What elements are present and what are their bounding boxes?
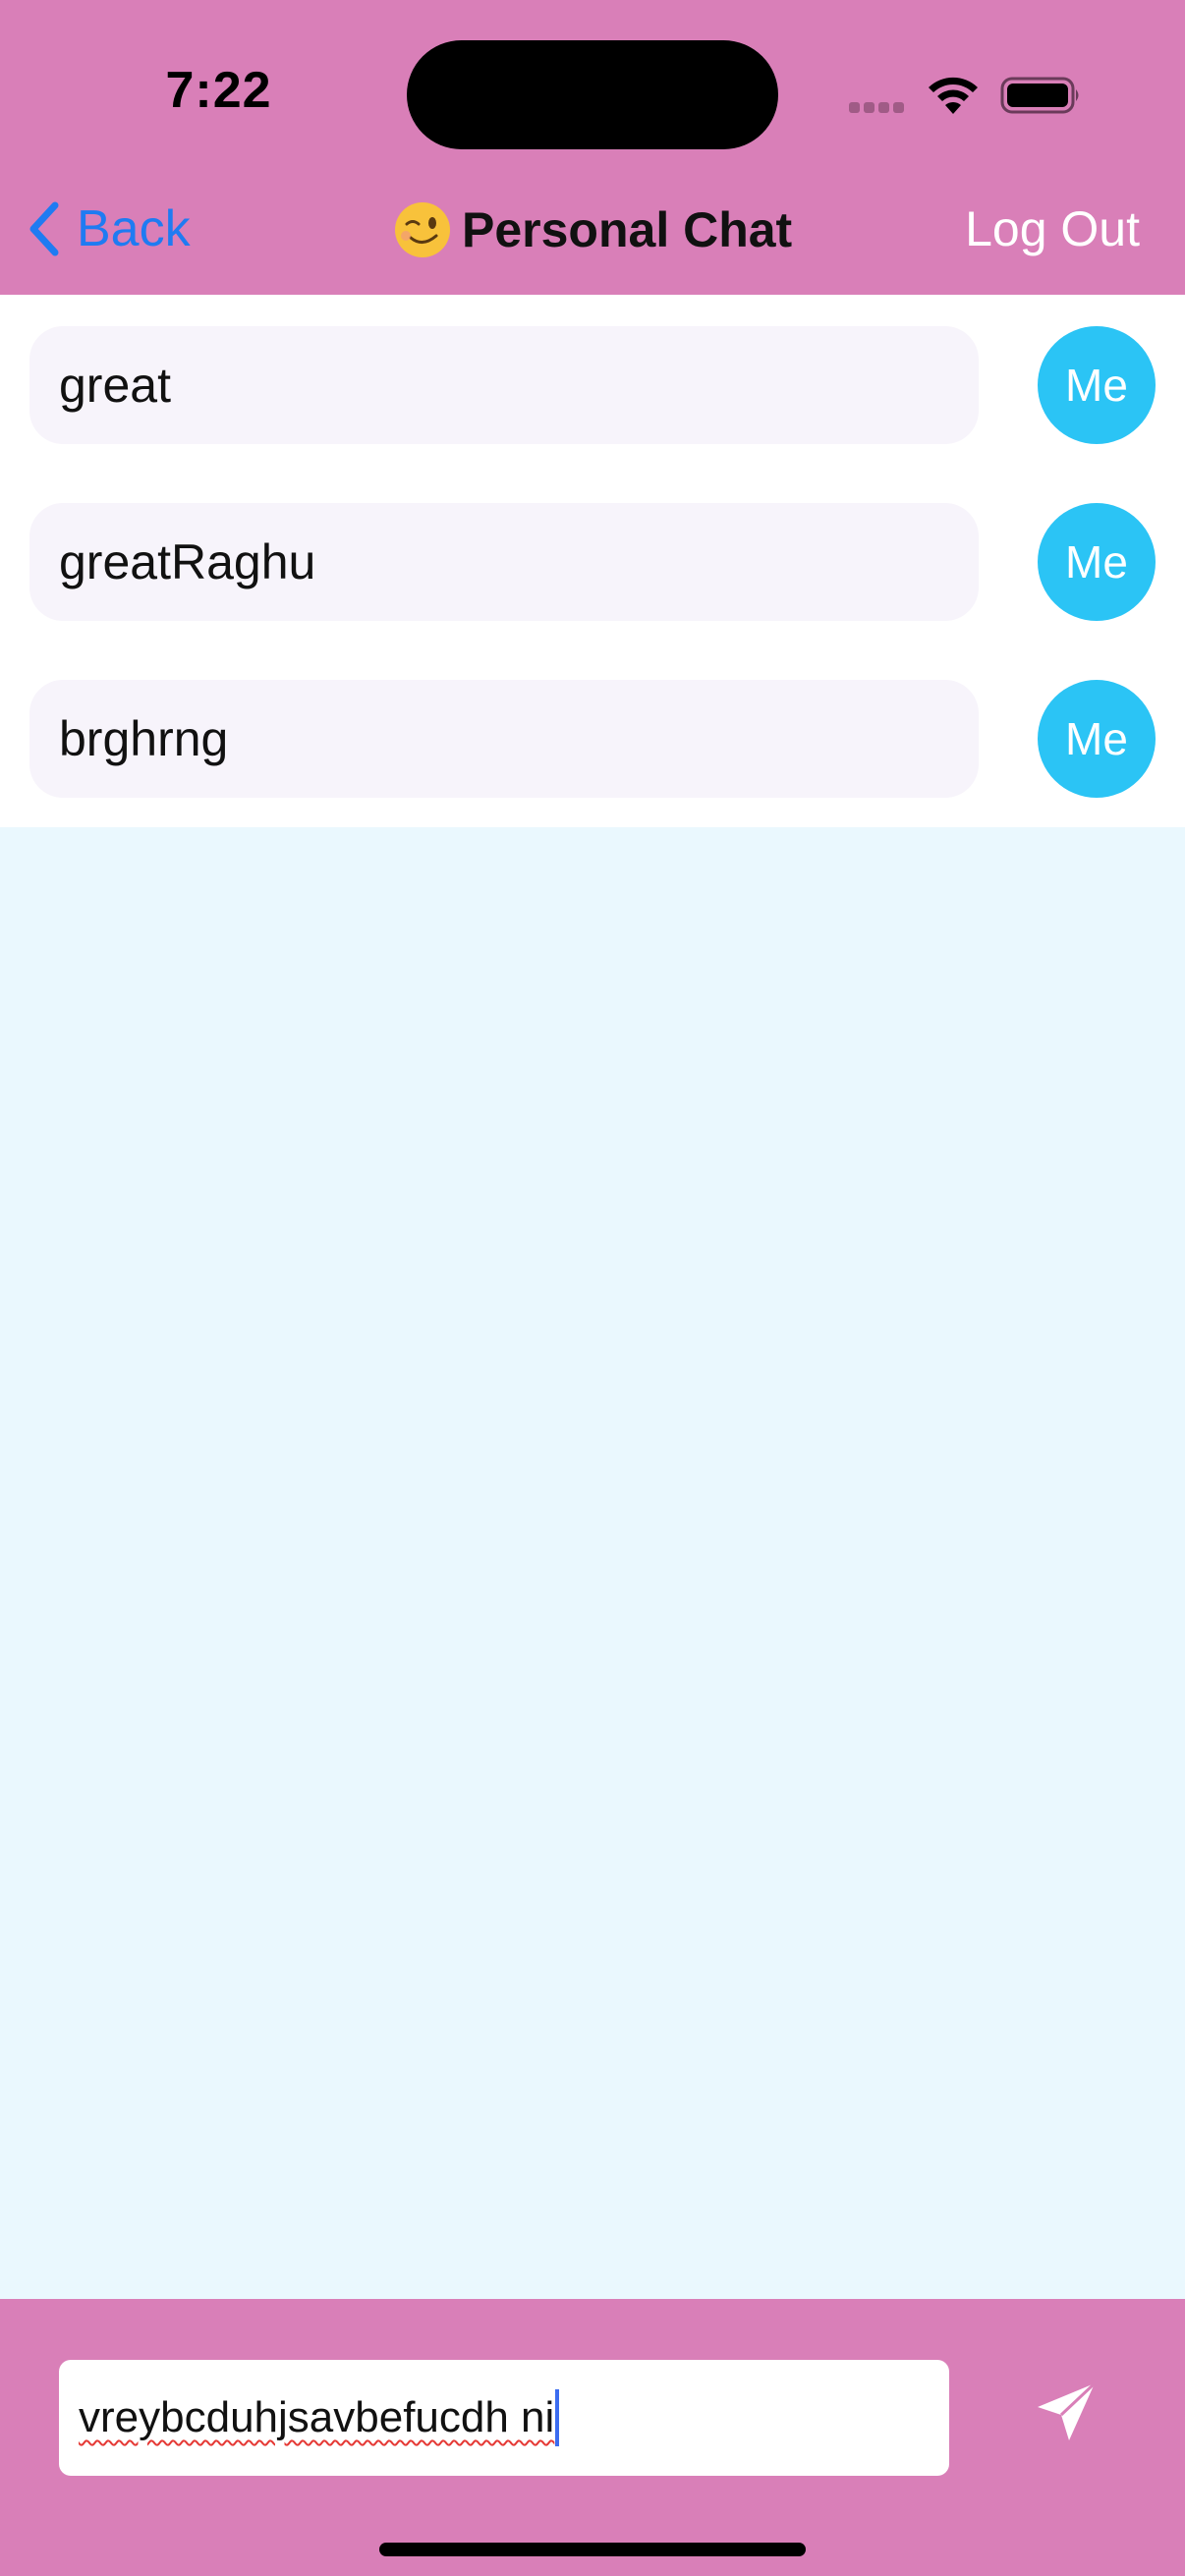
battery-icon	[1000, 77, 1079, 114]
message-input-text: vreybcduhjsavbefucdh ni	[79, 2393, 555, 2441]
avatar: Me	[1038, 326, 1156, 444]
text-caret	[555, 2389, 560, 2446]
send-icon[interactable]	[1032, 2378, 1100, 2446]
dynamic-island	[407, 40, 778, 149]
wifi-icon	[929, 77, 978, 114]
winking-face-icon	[395, 202, 450, 257]
avatar: Me	[1038, 503, 1156, 621]
message-bubble: greatRaghu	[29, 503, 979, 621]
message-bubble: great	[29, 326, 979, 444]
back-label: Back	[77, 200, 191, 257]
home-indicator	[379, 2543, 806, 2556]
top-header: 7:22 Back Personal Chat Log Out	[0, 0, 1185, 295]
message-row: brghrng Me	[0, 680, 1185, 798]
message-row: greatRaghu Me	[0, 503, 1185, 621]
message-bubble: brghrng	[29, 680, 979, 798]
back-button[interactable]: Back	[24, 195, 191, 263]
message-list: great Me greatRaghu Me brghrng Me	[0, 295, 1185, 827]
avatar: Me	[1038, 680, 1156, 798]
message-input[interactable]: vreybcduhjsavbefucdh ni	[59, 2360, 949, 2476]
chevron-left-icon	[29, 201, 59, 256]
page-title: Personal Chat	[393, 195, 792, 265]
composer: vreybcduhjsavbefucdh ni	[0, 2299, 1185, 2576]
logout-button[interactable]: Log Out	[965, 195, 1140, 263]
status-time: 7:22	[165, 62, 272, 119]
cellular-signal-icon	[849, 102, 908, 116]
message-row: great Me	[0, 326, 1185, 444]
page-title-text: Personal Chat	[462, 202, 793, 257]
